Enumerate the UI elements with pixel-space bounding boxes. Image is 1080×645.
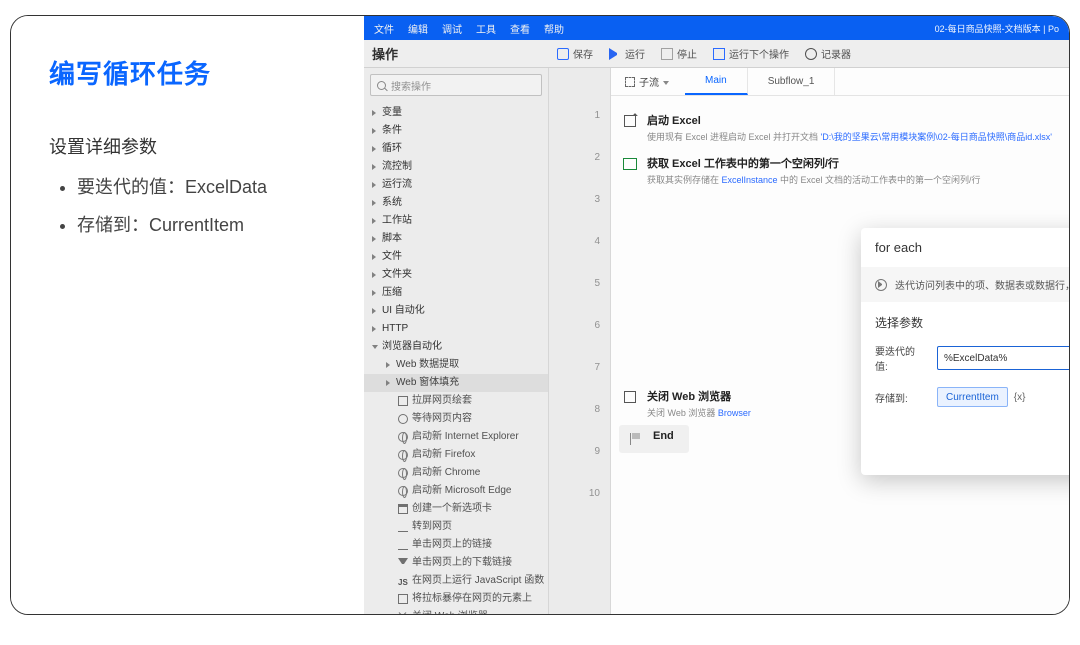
line-number: 10	[549, 488, 600, 530]
foreach-dialog: for each 迭代访问列表中的项、数据表或数据行，从而重复执行操作块 详细信…	[861, 228, 1069, 475]
tab-main[interactable]: Main	[685, 68, 748, 95]
line-number: 8	[549, 404, 600, 446]
tree-leaf[interactable]: 单击网页上的下载链接	[364, 554, 548, 572]
tree-group[interactable]: 文件	[364, 248, 548, 266]
tree-group[interactable]: 流控制	[364, 158, 548, 176]
run-button[interactable]: 运行	[601, 40, 653, 67]
slide-subtitle: 设置详细参数	[49, 133, 334, 159]
flow-end[interactable]: End	[619, 425, 689, 453]
tree-group[interactable]: 文件夹	[364, 266, 548, 284]
stop-icon	[661, 48, 673, 60]
tree-leaf[interactable]: 启动新 Chrome	[364, 464, 548, 482]
tree-group[interactable]: UI 自动化	[364, 302, 548, 320]
slide-notes: 编写循环任务 设置详细参数 要迭代的值：ExcelData 存储到：Curren…	[11, 16, 364, 614]
var-picker-icon[interactable]: {x}	[1014, 392, 1026, 403]
launch-icon	[624, 115, 636, 127]
excel-icon	[623, 158, 637, 170]
line-number: 3	[549, 194, 600, 236]
tree-group[interactable]: 变量	[364, 104, 548, 122]
tree-group[interactable]: 循环	[364, 140, 548, 158]
designer-canvas: 子流 Main Subflow_1 启动 Excel 使用	[611, 68, 1069, 614]
run-next-button[interactable]: 运行下个操作	[705, 40, 797, 67]
slide-bullet: 存储到：CurrentItem	[77, 211, 334, 237]
toolbar: 操作 保存 运行 停止 运行下个操作 记录器	[364, 40, 1069, 68]
tab-subflow1[interactable]: Subflow_1	[748, 68, 836, 95]
recorder-button[interactable]: 记录器	[797, 40, 859, 67]
tree-group[interactable]: 压缩	[364, 284, 548, 302]
line-number: 2	[549, 152, 600, 194]
stop-button[interactable]: 停止	[653, 40, 705, 67]
tree-leaf[interactable]: 启动新 Firefox	[364, 446, 548, 464]
section-title: 选择参数	[875, 314, 1069, 331]
subflow-dropdown[interactable]: 子流	[617, 68, 677, 95]
record-icon	[805, 48, 817, 60]
store-variable-chip[interactable]: CurrentItem	[937, 387, 1008, 407]
slide-bullet: 要迭代的值：ExcelData	[77, 173, 334, 199]
menu-debug[interactable]: 调试	[442, 21, 462, 36]
menubar: 文件 编辑 调试 工具 查看 帮助 02-每日商品快照-文档版本 | Po	[364, 16, 1069, 40]
line-number: 6	[549, 320, 600, 362]
subflow-icon	[625, 77, 635, 87]
line-number: 7	[549, 362, 600, 404]
tree-leaf[interactable]: 启动新 Internet Explorer	[364, 428, 548, 446]
menu-view[interactable]: 查看	[510, 21, 530, 36]
tree-leaf[interactable]: 等待网页内容	[364, 410, 548, 428]
pad-app: 文件 编辑 调试 工具 查看 帮助 02-每日商品快照-文档版本 | Po 操作…	[364, 16, 1069, 614]
line-number: 1	[549, 110, 600, 152]
search-input[interactable]: 搜索操作	[370, 74, 542, 96]
dialog-info: 迭代访问列表中的项、数据表或数据行，从而重复执行操作块 详细信息	[861, 267, 1069, 302]
step-icon	[713, 48, 725, 60]
dialog-title: for each	[875, 240, 922, 255]
tree-group[interactable]: 运行流	[364, 176, 548, 194]
chevron-down-icon	[663, 81, 669, 85]
tree-leaf[interactable]: 转到网页	[364, 518, 548, 536]
tree-leaf[interactable]: 将拉标暴停在网页的元素上	[364, 590, 548, 608]
line-number: 5	[549, 278, 600, 320]
menu-tools[interactable]: 工具	[476, 21, 496, 36]
tree-group[interactable]: 工作站	[364, 212, 548, 230]
menu-edit[interactable]: 编辑	[408, 21, 428, 36]
tree-leaf[interactable]: 单击网页上的链接	[364, 536, 548, 554]
flow-name: 02-每日商品快照-文档版本 | Po	[935, 22, 1059, 35]
tree-sub-web-fill[interactable]: Web 窗体填充	[364, 374, 548, 392]
search-icon	[377, 81, 386, 90]
tree-leaf[interactable]: 拉屏网页绘套	[364, 392, 548, 410]
line-number: 9	[549, 446, 600, 488]
actions-panel-title: 操作	[364, 44, 549, 63]
flow-step[interactable]: 启动 Excel 使用现有 Excel 进程启动 Excel 并打开文档 'D:…	[617, 106, 1059, 149]
tree-sub-web-extract[interactable]: Web 数据提取	[364, 356, 548, 374]
flag-icon	[630, 433, 642, 445]
flow-step[interactable]: 获取 Excel 工作表中的第一个空闲列/行 获取其实例存储在 ExcelIns…	[617, 149, 1059, 192]
iterate-label: 要迭代的值:	[875, 343, 927, 373]
tree-group[interactable]: 系统	[364, 194, 548, 212]
save-icon	[557, 48, 569, 60]
menu-help[interactable]: 帮助	[544, 21, 564, 36]
tree-group[interactable]: 条件	[364, 122, 548, 140]
iterate-input[interactable]: %ExcelData% {x}	[937, 346, 1069, 370]
menu-file[interactable]: 文件	[374, 21, 394, 36]
tree-leaf[interactable]: 启动新 Microsoft Edge	[364, 482, 548, 500]
tree-leaf[interactable]: JS在网页上运行 JavaScript 函数	[364, 572, 548, 590]
tree-leaf[interactable]: 创建一个新选项卡	[364, 500, 548, 518]
close-browser-icon	[624, 391, 636, 403]
save-button[interactable]: 保存	[549, 40, 601, 67]
loop-icon	[875, 279, 887, 291]
slide-title: 编写循环任务	[49, 54, 334, 91]
play-icon	[609, 48, 621, 60]
tree-group[interactable]: HTTP	[364, 320, 548, 338]
line-gutter: 1 2 3 4 5 6 7 8 9 10	[549, 68, 611, 614]
tree-leaf[interactable]: 关闭 Web 浏览器	[364, 608, 548, 614]
store-label: 存储到:	[875, 390, 927, 405]
tree-group-browser[interactable]: 浏览器自动化	[364, 338, 548, 356]
actions-sidebar: 搜索操作 变量 条件 循环 流控制 运行流 系统 工作站 脚本 文件 文件夹 压…	[364, 68, 549, 614]
tree-group[interactable]: 脚本	[364, 230, 548, 248]
line-number: 4	[549, 236, 600, 278]
